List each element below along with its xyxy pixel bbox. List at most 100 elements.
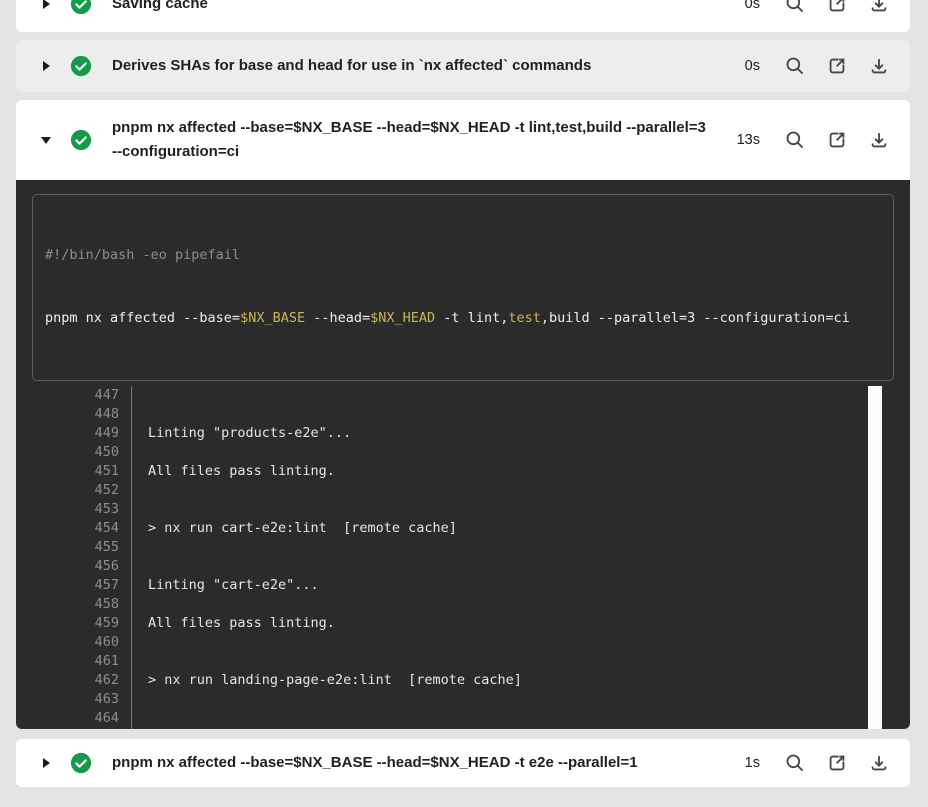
line-number: 464 — [32, 709, 132, 728]
line-number: 463 — [32, 690, 132, 709]
shebang-line: #!/bin/bash -eo pipefail — [45, 245, 881, 266]
command-line: pnpm nx affected --base=$NX_BASE --head=… — [45, 308, 881, 329]
line-text: All files pass linting. — [132, 614, 335, 633]
log-line: 448 — [32, 405, 896, 424]
command-segment: test — [508, 310, 541, 326]
line-number: 455 — [32, 538, 132, 557]
step-title: pnpm nx affected --base=$NX_BASE --head=… — [112, 116, 722, 164]
job-steps-list: Saving cache 0s Derives SHAs for base an… — [0, 0, 928, 787]
step-output-terminal: #!/bin/bash -eo pipefail pnpm nx affecte… — [16, 180, 910, 729]
line-text: Linting "cart-e2e"... — [132, 576, 319, 595]
line-text — [132, 481, 156, 500]
open-in-new-icon[interactable] — [826, 752, 848, 774]
line-number: 458 — [32, 595, 132, 614]
log-line: 450 — [32, 443, 896, 462]
search-icon[interactable] — [784, 55, 806, 77]
line-number: 448 — [32, 405, 132, 424]
log-line: 447 — [32, 386, 896, 405]
line-number: 462 — [32, 671, 132, 690]
success-check-icon — [70, 129, 92, 151]
step-duration: 0s — [722, 0, 760, 12]
line-text: All files pass linting. — [132, 462, 335, 481]
log-line: 455 — [32, 538, 896, 557]
line-text — [132, 538, 156, 557]
line-number: 459 — [32, 614, 132, 633]
line-text — [132, 443, 156, 462]
line-text — [132, 386, 156, 405]
search-icon[interactable] — [784, 0, 806, 15]
command-segment: ,build --parallel=3 --configuration=ci — [541, 310, 850, 326]
download-icon[interactable] — [868, 55, 890, 77]
step-row-nx-affected-e2e[interactable]: pnpm nx affected --base=$NX_BASE --head=… — [16, 739, 910, 787]
log-line: 465Linting "landing-page-e2e"... — [32, 728, 896, 729]
open-in-new-icon[interactable] — [826, 55, 848, 77]
command-echo-box: #!/bin/bash -eo pipefail pnpm nx affecte… — [32, 194, 894, 381]
expand-chevron-icon[interactable] — [40, 758, 52, 768]
line-number: 465 — [32, 728, 132, 729]
line-text — [132, 690, 156, 709]
success-check-icon — [70, 0, 92, 15]
line-text — [132, 405, 156, 424]
open-in-new-icon[interactable] — [826, 129, 848, 151]
line-number: 447 — [32, 386, 132, 405]
line-text: Linting "products-e2e"... — [132, 424, 351, 443]
log-line: 464 — [32, 709, 896, 728]
line-number: 460 — [32, 633, 132, 652]
step-row-nx-affected-lint-test-build[interactable]: pnpm nx affected --base=$NX_BASE --head=… — [16, 100, 910, 180]
expand-chevron-icon[interactable] — [40, 0, 52, 9]
step-row-saving-cache[interactable]: Saving cache 0s — [16, 0, 910, 32]
step-duration: 13s — [722, 132, 760, 148]
log-line: 454> nx run cart-e2e:lint [remote cache] — [32, 519, 896, 538]
step-card-nx-affected-lint-test-build: pnpm nx affected --base=$NX_BASE --head=… — [16, 100, 910, 729]
download-icon[interactable] — [868, 129, 890, 151]
download-icon[interactable] — [868, 0, 890, 15]
step-title: Derives SHAs for base and head for use i… — [112, 54, 722, 78]
line-text — [132, 652, 156, 671]
search-icon[interactable] — [784, 752, 806, 774]
step-card-saving-cache: Saving cache 0s — [16, 0, 910, 32]
log-line: 451All files pass linting. — [32, 462, 896, 481]
step-row-derives-shas[interactable]: Derives SHAs for base and head for use i… — [16, 40, 910, 92]
line-number: 450 — [32, 443, 132, 462]
command-segment: --head= — [305, 310, 370, 326]
log-line: 449Linting "products-e2e"... — [32, 424, 896, 443]
log-line: 463 — [32, 690, 896, 709]
step-duration: 0s — [722, 58, 760, 74]
log-line: 453 — [32, 500, 896, 519]
log-line: 457Linting "cart-e2e"... — [32, 576, 896, 595]
line-text — [132, 595, 156, 614]
line-number: 461 — [32, 652, 132, 671]
line-number: 457 — [32, 576, 132, 595]
line-number: 451 — [32, 462, 132, 481]
log-output: 447 448 449Linting "products-e2e"...450 … — [32, 386, 896, 729]
line-text: > nx run landing-page-e2e:lint [remote c… — [132, 671, 522, 690]
line-number: 454 — [32, 519, 132, 538]
command-segment: pnpm nx affected --base= — [45, 310, 240, 326]
log-scrollbar-track[interactable] — [868, 386, 882, 729]
command-segment: -t lint, — [435, 310, 508, 326]
log-line: 459All files pass linting. — [32, 614, 896, 633]
command-segment: $NX_BASE — [240, 310, 305, 326]
log-line: 460 — [32, 633, 896, 652]
line-text: Linting "landing-page-e2e"... — [132, 728, 384, 729]
log-line: 452 — [32, 481, 896, 500]
step-card-derives-shas: Derives SHAs for base and head for use i… — [16, 40, 910, 92]
line-number: 452 — [32, 481, 132, 500]
line-number: 453 — [32, 500, 132, 519]
log-line: 456 — [32, 557, 896, 576]
open-in-new-icon[interactable] — [826, 0, 848, 15]
line-text — [132, 633, 156, 652]
line-text — [132, 709, 156, 728]
step-title: Saving cache — [112, 0, 722, 16]
step-card-nx-affected-e2e: pnpm nx affected --base=$NX_BASE --head=… — [16, 739, 910, 787]
search-icon[interactable] — [784, 129, 806, 151]
expand-chevron-icon[interactable] — [40, 61, 52, 71]
log-line: 462> nx run landing-page-e2e:lint [remot… — [32, 671, 896, 690]
command-segment: $NX_HEAD — [370, 310, 435, 326]
success-check-icon — [70, 55, 92, 77]
line-number: 449 — [32, 424, 132, 443]
collapse-chevron-icon[interactable] — [40, 137, 52, 144]
line-text: > nx run cart-e2e:lint [remote cache] — [132, 519, 457, 538]
download-icon[interactable] — [868, 752, 890, 774]
line-text — [132, 557, 156, 576]
